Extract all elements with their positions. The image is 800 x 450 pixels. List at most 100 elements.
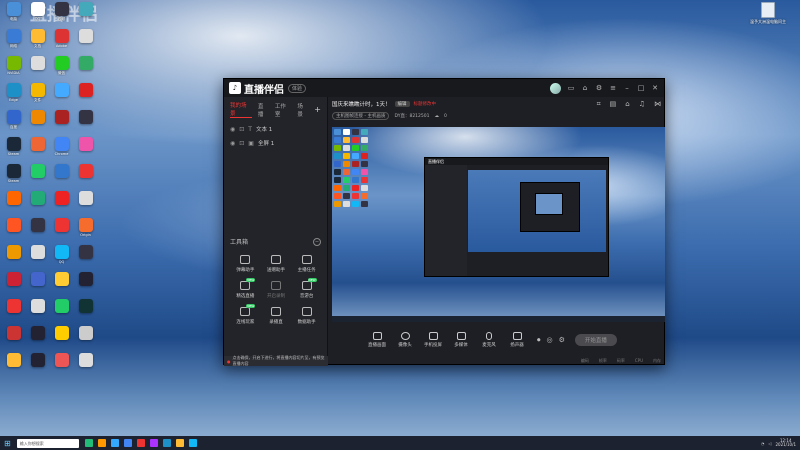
desktop-shortcut[interactable] bbox=[50, 83, 73, 109]
desktop-shortcut[interactable] bbox=[50, 110, 73, 136]
avatar[interactable] bbox=[550, 82, 561, 94]
maximize-icon[interactable]: □ bbox=[637, 84, 645, 92]
desktop-shortcut[interactable]: Steam bbox=[2, 164, 25, 190]
share-icon[interactable]: ⋈ bbox=[654, 100, 661, 109]
taskbar-search[interactable]: 输入你想搜索 bbox=[16, 438, 79, 448]
screenshot-icon[interactable]: ⌗ bbox=[597, 100, 601, 109]
taskbar-app-icon[interactable] bbox=[149, 439, 158, 447]
connection-pill[interactable]: 主机图帧连接 - 主机画质 bbox=[332, 112, 390, 120]
tool-button[interactable]: 数据助手 bbox=[291, 307, 322, 325]
desktop-shortcut[interactable] bbox=[26, 326, 49, 352]
close-icon[interactable]: ✕ bbox=[651, 84, 659, 92]
desktop-shortcut[interactable] bbox=[2, 245, 25, 271]
lock-icon[interactable]: ⊡ bbox=[239, 140, 244, 147]
shirt-icon[interactable]: ⌂ bbox=[581, 84, 589, 92]
desktop-shortcut[interactable]: Adobe bbox=[50, 29, 73, 55]
desktop-shortcut[interactable]: 文档 bbox=[26, 29, 49, 55]
lock-icon[interactable]: ⊡ bbox=[239, 126, 244, 133]
menu-icon[interactable]: ≡ bbox=[609, 84, 617, 92]
network-icon[interactable]: ◔ bbox=[761, 441, 765, 446]
tool-button[interactable]: 送赠助手 bbox=[261, 255, 292, 273]
desktop-shortcut[interactable] bbox=[74, 245, 97, 271]
clock[interactable]: 12:14 2021/10/1 bbox=[775, 438, 796, 448]
tab-scene[interactable]: 场景 bbox=[297, 102, 308, 118]
taskbar-app-icon[interactable] bbox=[97, 439, 106, 447]
desktop-shortcut[interactable] bbox=[2, 218, 25, 244]
source-item[interactable]: ◉ ⊡ ▣ 全屏 1 bbox=[224, 136, 327, 150]
desktop-shortcut[interactable] bbox=[74, 164, 97, 190]
layout-icon[interactable]: ▤ bbox=[610, 100, 617, 109]
edit-title-button[interactable]: 编辑 bbox=[394, 101, 410, 107]
media-button[interactable]: 多媒体 bbox=[447, 332, 475, 348]
taskbar-app-icon[interactable] bbox=[84, 439, 93, 447]
desktop-shortcut[interactable] bbox=[74, 110, 97, 136]
taskbar-app-icon[interactable] bbox=[136, 439, 145, 447]
room-icon[interactable]: ⌂ bbox=[625, 100, 629, 109]
tab-live[interactable]: 直播 bbox=[258, 102, 269, 118]
add-scene-icon[interactable]: + bbox=[314, 105, 321, 114]
desktop-shortcut[interactable] bbox=[50, 164, 73, 190]
tool-button[interactable]: 弹幕助手 bbox=[230, 255, 261, 273]
desktop-shortcut[interactable] bbox=[26, 353, 49, 379]
tool-button[interactable]: 开启录制 bbox=[261, 281, 292, 299]
desktop-shortcut[interactable] bbox=[2, 353, 25, 379]
eye-icon[interactable]: ◉ bbox=[230, 140, 235, 147]
desktop-shortcut[interactable] bbox=[2, 191, 25, 217]
desktop-shortcut[interactable] bbox=[74, 137, 97, 163]
taskbar-app-icon[interactable] bbox=[162, 439, 171, 447]
desktop-shortcut[interactable]: Origin bbox=[74, 218, 97, 244]
taskbar-app-icon[interactable] bbox=[188, 439, 197, 447]
volume-icon[interactable]: ◁ bbox=[768, 441, 771, 446]
desktop-shortcut[interactable] bbox=[74, 2, 97, 28]
desktop-shortcut[interactable]: 百度 bbox=[2, 110, 25, 136]
phone-cast-button[interactable]: 手机投屏 bbox=[419, 332, 447, 348]
desktop-shortcut[interactable] bbox=[26, 191, 49, 217]
taskbar-app-icon[interactable] bbox=[123, 439, 132, 447]
bell-icon[interactable]: ♫ bbox=[639, 100, 645, 109]
desktop-shortcut[interactable] bbox=[50, 218, 73, 244]
desktop-shortcut[interactable] bbox=[74, 191, 97, 217]
record-icon[interactable]: ⏺ bbox=[537, 336, 541, 345]
desktop-shortcut[interactable] bbox=[26, 110, 49, 136]
windows-icon[interactable]: ⊞ bbox=[4, 439, 11, 448]
eye-icon[interactable]: ◉ bbox=[230, 126, 235, 133]
source-item[interactable]: ◉ ⊡ T 文本 1 bbox=[224, 122, 327, 136]
desktop-shortcut[interactable] bbox=[2, 272, 25, 298]
collapse-icon[interactable]: − bbox=[313, 237, 321, 246]
tab-my-scene[interactable]: 我的场景 bbox=[230, 101, 252, 118]
desktop-shortcut[interactable]: 网络 bbox=[2, 29, 25, 55]
start-live-button[interactable]: 开始直播 bbox=[574, 334, 617, 346]
desktop-shortcut[interactable] bbox=[50, 191, 73, 217]
desktop-shortcut[interactable] bbox=[74, 299, 97, 325]
desktop-shortcut[interactable]: Edge bbox=[2, 83, 25, 109]
taskbar-app-icon[interactable] bbox=[175, 439, 184, 447]
desktop-shortcut[interactable]: 微信 bbox=[50, 56, 73, 82]
version-badge[interactable]: 体验 bbox=[288, 83, 307, 93]
desktop-shortcut[interactable]: Steam bbox=[2, 137, 25, 163]
desktop-shortcut[interactable]: 电脑 bbox=[2, 2, 25, 28]
recycle-bin[interactable]: 温予大洲温电脑问主 bbox=[748, 2, 788, 25]
tool-button[interactable]: NEW 精选直播 bbox=[230, 278, 261, 299]
desktop-shortcut[interactable] bbox=[50, 299, 73, 325]
desktop-shortcut[interactable] bbox=[74, 353, 97, 379]
desktop-shortcut[interactable] bbox=[74, 326, 97, 352]
desktop-shortcut[interactable] bbox=[2, 326, 25, 352]
message-icon[interactable]: ▭ bbox=[567, 84, 575, 92]
microphone-button[interactable]: 麦克风 bbox=[475, 332, 503, 348]
desktop-shortcut[interactable] bbox=[50, 353, 73, 379]
desktop-shortcut[interactable] bbox=[26, 218, 49, 244]
speaker-button[interactable]: 扬声器 bbox=[503, 332, 531, 348]
tool-button[interactable]: NEW 连线玩家 bbox=[230, 304, 261, 325]
pause-icon[interactable]: ◎ bbox=[547, 336, 553, 344]
desktop-shortcut[interactable] bbox=[26, 272, 49, 298]
desktop-shortcut[interactable] bbox=[74, 56, 97, 82]
desktop-shortcut[interactable] bbox=[74, 83, 97, 109]
desktop-shortcut[interactable]: Chrome bbox=[50, 137, 73, 163]
desktop-shortcut[interactable] bbox=[26, 137, 49, 163]
desktop-shortcut[interactable] bbox=[2, 299, 25, 325]
desktop-shortcut[interactable]: QQ bbox=[50, 245, 73, 271]
desktop-shortcut[interactable]: QQ bbox=[26, 2, 49, 28]
desktop-shortcut[interactable] bbox=[74, 29, 97, 55]
tool-button[interactable]: NEW 音游台 bbox=[291, 278, 322, 299]
desktop-shortcut[interactable] bbox=[26, 56, 49, 82]
